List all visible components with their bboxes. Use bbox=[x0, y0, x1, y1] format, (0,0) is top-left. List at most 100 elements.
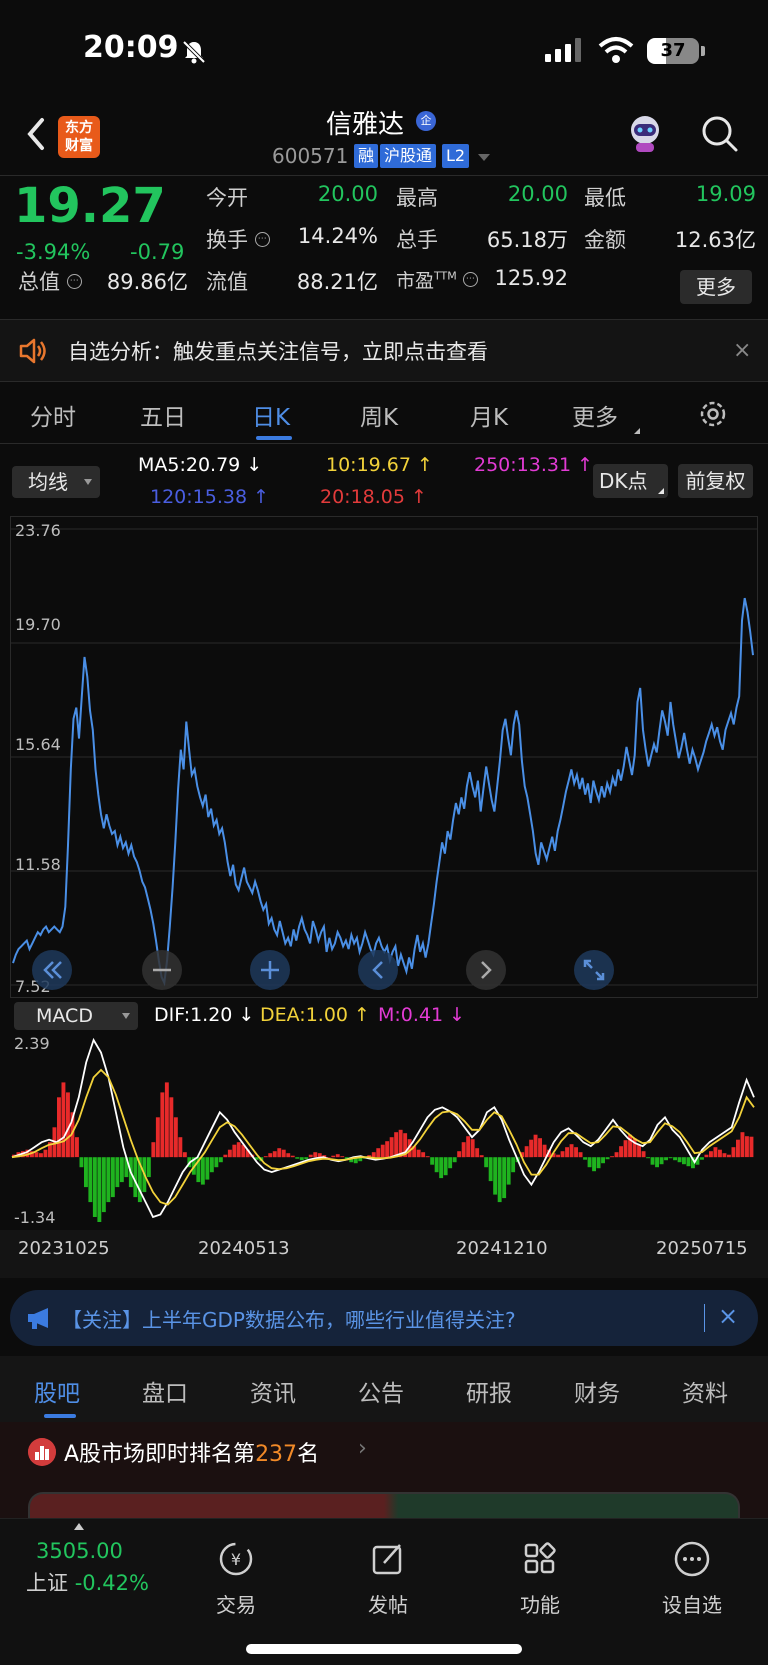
scroll-far-left-icon[interactable] bbox=[31, 949, 73, 991]
macd-bar bbox=[84, 1157, 88, 1188]
macd-bar bbox=[529, 1139, 534, 1158]
macd-bar bbox=[718, 1149, 722, 1158]
stat-label-amount: 金额 bbox=[584, 228, 626, 252]
macd-bar bbox=[673, 1157, 677, 1161]
chevron-down-icon[interactable] bbox=[478, 154, 490, 161]
macd-bar bbox=[97, 1157, 102, 1222]
macd-bar bbox=[178, 1137, 183, 1158]
scroll-left-icon[interactable] bbox=[357, 949, 399, 991]
zoom-out-icon[interactable] bbox=[141, 949, 183, 991]
x-tick-label: 20231025 bbox=[18, 1238, 110, 1259]
market-rank-card[interactable]: A股市场即时排名第237名 › bbox=[0, 1422, 768, 1522]
macd-bar bbox=[727, 1154, 731, 1158]
stock-code: 600571 bbox=[272, 144, 349, 168]
tab-five-day[interactable]: 五日 bbox=[140, 398, 186, 432]
tab-monthly-k[interactable]: 月K bbox=[470, 398, 508, 432]
more-stats-button[interactable]: 更多 bbox=[680, 270, 752, 304]
macd-bar bbox=[488, 1157, 493, 1182]
macd-bar bbox=[39, 1153, 43, 1158]
tab-intraday[interactable]: 分时 bbox=[30, 398, 76, 432]
tab-profile[interactable]: 资料 bbox=[682, 1374, 728, 1408]
chevron-down-icon bbox=[84, 479, 92, 485]
macd-bar bbox=[596, 1157, 601, 1169]
stat-label-pe: 市盈TTM ⋯ bbox=[396, 266, 478, 293]
news-banner[interactable]: 【关注】上半年GDP数据公布，哪些行业值得关注? × bbox=[10, 1290, 758, 1346]
macd-bar bbox=[268, 1153, 273, 1158]
market-rank-text: A股市场即时排名第237名 bbox=[64, 1436, 319, 1468]
tab-weekly-k[interactable]: 周K bbox=[360, 398, 398, 432]
macd-bar bbox=[511, 1157, 516, 1173]
macd-bar bbox=[61, 1082, 66, 1158]
macd-bar bbox=[272, 1151, 277, 1158]
tabbar-function[interactable]: 功能 bbox=[500, 1539, 580, 1618]
fullscreen-icon[interactable] bbox=[573, 949, 615, 991]
news-text: 【关注】上半年GDP数据公布，哪些行业值得关注? bbox=[62, 1308, 516, 1332]
tab-daily-k[interactable]: 日K bbox=[252, 398, 290, 432]
macd-bar bbox=[749, 1136, 754, 1158]
macd-chart[interactable]: MACD DIF:1.20 ↓ DEA:1.00 ↑ M:0.41 ↓ 2.39… bbox=[10, 998, 758, 1230]
macd-bar bbox=[218, 1157, 223, 1163]
index-ticker[interactable]: 3505.00 上证 -0.42% bbox=[0, 1519, 170, 1619]
gear-icon[interactable] bbox=[697, 398, 729, 430]
back-arrow-icon[interactable] bbox=[22, 114, 52, 154]
tab-more[interactable]: 更多 bbox=[572, 398, 618, 432]
close-icon[interactable]: × bbox=[733, 338, 751, 363]
zoom-in-icon[interactable] bbox=[249, 949, 291, 991]
y-tick-label: 15.64 bbox=[15, 735, 61, 754]
dea-value: DEA:1.00 ↑ bbox=[260, 1004, 370, 1026]
macd-bar bbox=[200, 1157, 205, 1185]
macd-bar bbox=[574, 1147, 578, 1158]
close-icon[interactable]: × bbox=[718, 1302, 738, 1330]
macd-bar bbox=[668, 1157, 673, 1159]
info-icon[interactable]: ⋯ bbox=[254, 232, 270, 247]
macd-bar bbox=[740, 1132, 745, 1158]
home-indicator bbox=[246, 1644, 522, 1654]
robot-assistant-icon[interactable] bbox=[624, 112, 666, 154]
dk-point-button[interactable]: DK点 bbox=[593, 464, 668, 498]
index-name: 上证 bbox=[26, 1571, 68, 1595]
price-line bbox=[12, 597, 754, 987]
stat-label-high: 最高 bbox=[396, 186, 438, 210]
tabbar-trade[interactable]: ¥ 交易 bbox=[196, 1539, 276, 1618]
forward-adjust-button[interactable]: 前复权 bbox=[678, 464, 753, 498]
tabbar-post[interactable]: 发帖 bbox=[348, 1539, 428, 1618]
stat-label-turnover: 换手 ⋯ bbox=[206, 224, 270, 254]
macd-bar bbox=[659, 1157, 664, 1165]
info-icon[interactable]: ⋯ bbox=[66, 274, 82, 289]
trade-icon: ¥ bbox=[219, 1542, 253, 1576]
dea-line bbox=[11, 1068, 755, 1206]
macd-bar bbox=[713, 1147, 718, 1158]
macd-selector[interactable]: MACD bbox=[14, 1002, 138, 1030]
tab-research[interactable]: 研报 bbox=[466, 1374, 512, 1408]
tab-orderbook[interactable]: 盘口 bbox=[142, 1374, 188, 1408]
dif-line bbox=[11, 1037, 755, 1219]
stat-value-low: 19.09 bbox=[695, 182, 756, 206]
tab-forum[interactable]: 股吧 bbox=[34, 1374, 80, 1408]
price-chart[interactable]: 23.76 19.70 15.64 11.58 7.52 bbox=[10, 516, 758, 998]
ma-selector[interactable]: 均线 bbox=[12, 466, 100, 498]
alert-banner[interactable]: 自选分析：触发重点关注信号，立即点击查看 × bbox=[0, 320, 768, 382]
macd-bar bbox=[88, 1157, 93, 1203]
scroll-right-icon[interactable] bbox=[465, 949, 507, 991]
tab-financials[interactable]: 财务 bbox=[574, 1374, 620, 1408]
macd-bar bbox=[380, 1144, 385, 1158]
ma250-value: 250:13.31 ↑ bbox=[474, 454, 594, 476]
speaker-icon bbox=[19, 338, 46, 364]
search-icon[interactable] bbox=[700, 114, 740, 154]
tab-news[interactable]: 资讯 bbox=[250, 1374, 296, 1408]
macd-bar bbox=[151, 1142, 156, 1158]
info-icon[interactable]: ⋯ bbox=[462, 272, 478, 287]
x-tick-label: 20241210 bbox=[456, 1238, 548, 1259]
ma10-text: 10:19.67 bbox=[326, 454, 411, 476]
corner-triangle-icon bbox=[658, 488, 664, 494]
tabbar-add-watchlist[interactable]: 设自选 bbox=[652, 1539, 732, 1618]
stat-label-low: 最低 bbox=[584, 186, 626, 210]
tabbar-add-watchlist-label: 设自选 bbox=[662, 1593, 722, 1617]
last-price: 19.27 bbox=[14, 178, 166, 234]
macd-bar bbox=[664, 1157, 668, 1161]
stat-label-market-cap: 总值 ⋯ bbox=[18, 266, 82, 296]
macd-bar bbox=[416, 1149, 421, 1158]
status-time: 20:09 bbox=[83, 30, 179, 65]
tab-announcements[interactable]: 公告 bbox=[358, 1374, 404, 1408]
eastmoney-logo[interactable]: 东方 财富 bbox=[58, 116, 100, 158]
